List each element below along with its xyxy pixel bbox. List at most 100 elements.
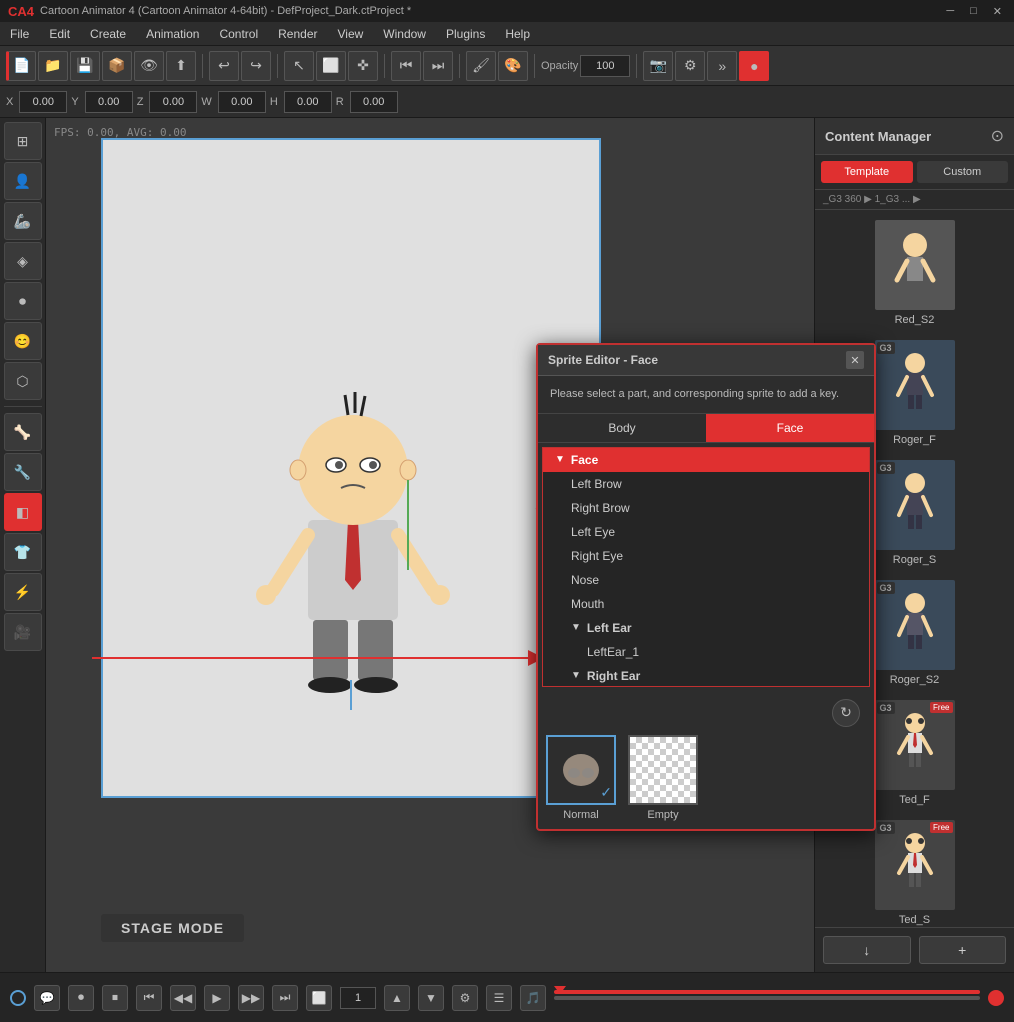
menu-view[interactable]: View (327, 22, 373, 45)
tree-left-eye[interactable]: Left Eye (543, 520, 869, 544)
tl-play[interactable]: ▶ (204, 985, 230, 1011)
sidebar-prop[interactable]: 🔧 (4, 453, 42, 491)
sprite-normal-thumb[interactable]: ✓ (546, 735, 616, 805)
z-input[interactable] (149, 91, 197, 113)
sprite-editor-tree[interactable]: ▼ Face Left Brow Right Brow Left Eye Rig… (542, 447, 870, 687)
tl-record-button[interactable]: ⏺ (68, 985, 94, 1011)
tl-settings-button[interactable]: ⚙ (452, 985, 478, 1011)
tab-body[interactable]: Body (538, 414, 706, 442)
tl-rewind[interactable]: ◀◀ (170, 985, 196, 1011)
tree-right-eye[interactable]: Right Eye (543, 544, 869, 568)
menu-window[interactable]: Window (373, 22, 436, 45)
tl-forward[interactable]: ▶▶ (238, 985, 264, 1011)
tl-stop-button[interactable]: ⏹ (102, 985, 128, 1011)
tab-face[interactable]: Face (706, 414, 874, 442)
new-button[interactable]: 📄 (6, 51, 36, 81)
canvas-area[interactable]: FPS: 0.00, AVG: 0.00 (46, 118, 1014, 972)
sidebar-actor[interactable]: 👤 (4, 162, 42, 200)
timeline-circle-end[interactable] (988, 990, 1004, 1006)
cm-add-button[interactable]: + (919, 936, 1007, 964)
undo-button[interactable]: ↩ (209, 51, 239, 81)
preview-button[interactable]: 👁 (134, 51, 164, 81)
export-button[interactable]: ⬆ (166, 51, 196, 81)
minimize-button[interactable]: ─ (942, 5, 958, 18)
tl-frame-input[interactable] (340, 987, 376, 1009)
tree-left-ear[interactable]: ▼ Left Ear (543, 616, 869, 640)
tree-left-ear-1[interactable]: LeftEar_1 (543, 640, 869, 664)
select-button[interactable]: ↖ (284, 51, 314, 81)
tl-prev-frame[interactable]: ⏮ (136, 985, 162, 1011)
sidebar-pose[interactable]: 🦾 (4, 202, 42, 240)
cm-tab-custom[interactable]: Custom (917, 161, 1009, 183)
tl-audio-button[interactable]: 🎵 (520, 985, 546, 1011)
sidebar-bone[interactable]: 🦴 (4, 413, 42, 451)
tl-down-button[interactable]: ▼ (418, 985, 444, 1011)
open-button[interactable]: 📁 (38, 51, 68, 81)
menu-file[interactable]: File (0, 22, 39, 45)
tree-left-brow[interactable]: Left Brow (543, 472, 869, 496)
settings-button[interactable]: ⚙ (675, 51, 705, 81)
sprite-editor-close[interactable]: ✕ (846, 351, 864, 369)
sidebar-physics[interactable]: ⚡ (4, 573, 42, 611)
menu-plugins[interactable]: Plugins (436, 22, 495, 45)
color-button[interactable]: 🎨 (498, 51, 528, 81)
redo-button[interactable]: ↪ (241, 51, 271, 81)
sidebar-scene[interactable]: ⊞ (4, 122, 42, 160)
menu-edit[interactable]: Edit (39, 22, 80, 45)
sprite-empty[interactable]: Empty (628, 735, 698, 821)
tree-right-ear[interactable]: ▼ Right Ear (543, 664, 869, 687)
play-forward-button[interactable]: ⏭ (423, 51, 453, 81)
tl-list-button[interactable]: ☰ (486, 985, 512, 1011)
timeline-circle[interactable] (10, 990, 26, 1006)
sprite-normal[interactable]: ✓ Normal (546, 735, 616, 821)
stage-canvas[interactable] (101, 138, 601, 798)
tree-mouth[interactable]: Mouth (543, 592, 869, 616)
cm-tab-template[interactable]: Template (821, 161, 913, 183)
w-input[interactable] (218, 91, 266, 113)
sidebar-record[interactable]: ⏺ (4, 282, 42, 320)
menu-create[interactable]: Create (80, 22, 136, 45)
sidebar-sprite[interactable]: ◧ (4, 493, 42, 531)
cm-thumb-red-s2 (875, 220, 955, 310)
tl-record-screen[interactable]: ⬜ (306, 985, 332, 1011)
y-input[interactable] (85, 91, 133, 113)
x-input[interactable] (19, 91, 67, 113)
tl-next-frame[interactable]: ⏭ (272, 985, 298, 1011)
menu-render[interactable]: Render (268, 22, 327, 45)
tl-chat-button[interactable]: 💬 (34, 985, 60, 1011)
sidebar-face[interactable]: 😊 (4, 322, 42, 360)
opacity-input[interactable] (580, 55, 630, 77)
sidebar-morph[interactable]: ⬡ (4, 362, 42, 400)
ca-logo-button[interactable]: ● (739, 51, 769, 81)
tree-nose[interactable]: Nose (543, 568, 869, 592)
toolbar-sep1 (202, 54, 203, 78)
brush-button[interactable]: 🖌 (466, 51, 496, 81)
cm-download-button[interactable]: ↓ (823, 936, 911, 964)
close-button[interactable]: ✕ (989, 5, 1006, 18)
sprite-empty-thumb[interactable] (628, 735, 698, 805)
tree-face[interactable]: ▼ Face (543, 448, 869, 472)
tree-right-brow[interactable]: Right Brow (543, 496, 869, 520)
play-back-button[interactable]: ⏮ (391, 51, 421, 81)
menu-help[interactable]: Help (495, 22, 540, 45)
more-button[interactable]: » (707, 51, 737, 81)
menu-control[interactable]: Control (209, 22, 268, 45)
cm-item-ted-s[interactable]: G3 Free (821, 816, 1008, 927)
r-input[interactable] (350, 91, 398, 113)
import-button[interactable]: 📦 (102, 51, 132, 81)
menu-animation[interactable]: Animation (136, 22, 209, 45)
transform-button[interactable]: ⬜ (316, 51, 346, 81)
cm-item-red-s2[interactable]: Red_S2 (821, 216, 1008, 330)
timeline-slider[interactable] (554, 996, 980, 1000)
sidebar-camera[interactable]: 🎥 (4, 613, 42, 651)
sidebar-motion[interactable]: ◈ (4, 242, 42, 280)
camera-button[interactable]: 📷 (643, 51, 673, 81)
refresh-button[interactable]: ↻ (832, 699, 860, 727)
maximize-button[interactable]: □ (966, 5, 981, 18)
move-button[interactable]: ✜ (348, 51, 378, 81)
save-button[interactable]: 💾 (70, 51, 100, 81)
tl-up-button[interactable]: ▲ (384, 985, 410, 1011)
sidebar-cloth[interactable]: 👕 (4, 533, 42, 571)
h-input[interactable] (284, 91, 332, 113)
cm-expand-button[interactable]: ⊙ (991, 126, 1004, 146)
